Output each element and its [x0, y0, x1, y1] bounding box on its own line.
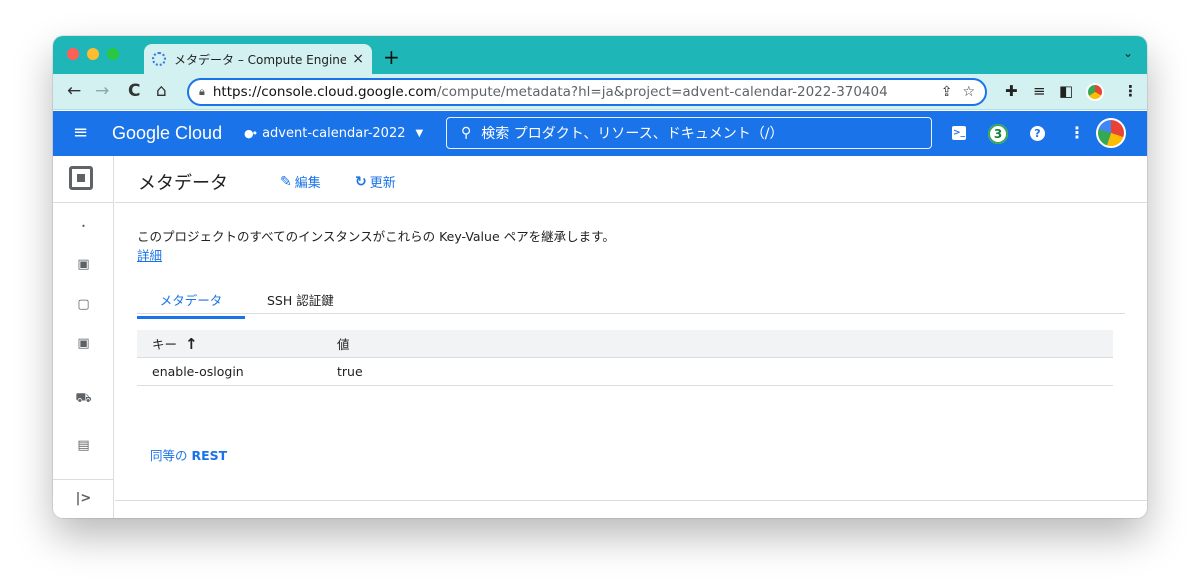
hamburger-menu-icon[interactable]: ≡	[73, 122, 88, 143]
project-name: advent-calendar-2022	[262, 126, 406, 141]
metadata-description: このプロジェクトのすべてのインスタンスがこれらの Key-Value ペアを継承…	[137, 227, 627, 265]
row-key: enable-oslogin	[152, 364, 244, 379]
expand-nav-icon[interactable]: |>	[53, 491, 114, 506]
row-value: true	[337, 364, 363, 379]
tab-close-icon[interactable]: ×	[352, 51, 364, 67]
chrome-profile-avatar[interactable]	[1086, 83, 1104, 101]
learn-more-link[interactable]: 詳細	[137, 248, 162, 263]
metadata-tabs: メタデータ SSH 認証鍵	[137, 284, 1125, 319]
caret-down-icon: ▼	[415, 128, 424, 139]
browser-window: メタデータ – Compute Engine – × + ⌄ ← → C ⌂ 🔒…	[53, 36, 1147, 518]
home-icon[interactable]: ⌂	[156, 81, 167, 101]
lock-icon: 🔒︎	[199, 85, 205, 98]
minimize-window-button[interactable]	[87, 48, 99, 60]
equivalent-rest-link[interactable]: 同等の REST	[150, 445, 227, 464]
equivalent-rest-label: REST	[191, 448, 228, 463]
help-icon[interactable]: ?	[1030, 126, 1045, 141]
browser-toolbar: ← → C ⌂ 🔒︎ https://console.cloud.google.…	[53, 74, 1147, 110]
refresh-button[interactable]: ↻ 更新	[355, 172, 396, 192]
page-title: メタデータ	[138, 173, 228, 194]
address-bar[interactable]: 🔒︎ https://console.cloud.google.com/comp…	[187, 78, 987, 106]
search-icon: ⚲	[461, 125, 472, 141]
forward-arrow-icon[interactable]: →	[95, 81, 109, 101]
extensions-puzzle-icon[interactable]: ✚	[1005, 82, 1018, 100]
edit-button[interactable]: ✎ 編集	[280, 172, 321, 192]
content-bottom-divider	[115, 500, 1147, 501]
pencil-icon: ✎	[280, 173, 292, 190]
compute-engine-chip-icon[interactable]	[69, 166, 93, 190]
browser-tab-active[interactable]: メタデータ – Compute Engine – ×	[144, 44, 372, 74]
key-header-label: キー	[152, 337, 178, 352]
release-notes-icon[interactable]: ▤	[53, 438, 114, 453]
instance-templates-icon[interactable]: ▢	[53, 297, 114, 312]
tab-title: メタデータ – Compute Engine –	[174, 52, 347, 67]
project-picker[interactable]: ●• advent-calendar-2022 ▼	[244, 126, 423, 141]
tab-ssh-keys[interactable]: SSH 認証鍵	[267, 290, 334, 314]
refresh-icon: ↻	[355, 173, 367, 190]
left-nav-rail: • ▣ ▢ ▣ ⛟ ▤ |>	[53, 156, 114, 518]
edit-label: 編集	[294, 176, 321, 191]
rail-divider-top	[53, 202, 114, 203]
account-avatar[interactable]	[1096, 118, 1126, 148]
google-cloud-logo[interactable]: Google Cloud	[112, 123, 222, 144]
notifications-badge[interactable]: 3	[988, 124, 1008, 144]
tab-metadata[interactable]: メタデータ	[137, 290, 245, 319]
rail-divider-bottom	[53, 479, 114, 480]
close-window-button[interactable]	[67, 48, 79, 60]
new-tab-button[interactable]: +	[383, 45, 400, 69]
search-placeholder: 検索 プロダクト、リソース、ドキュメント（/）	[481, 126, 784, 142]
project-icon: ●•	[244, 127, 258, 140]
sort-arrow-up-icon[interactable]: ↑	[185, 335, 198, 353]
description-text: このプロジェクトのすべてのインスタンスがこれらの Key-Value ペアを継承…	[137, 229, 615, 244]
marketplace-cart-icon[interactable]: ⛟	[53, 391, 114, 408]
key-column-header[interactable]: キー ↑	[137, 334, 337, 353]
table-header-row: キー ↑ 値	[137, 330, 1113, 358]
value-column-header: 値	[337, 337, 350, 352]
browser-tab-strip: メタデータ – Compute Engine – × + ⌄	[53, 36, 1147, 74]
compute-engine-favicon-icon	[152, 52, 166, 66]
sole-tenant-nodes-icon[interactable]: ▣	[53, 336, 114, 351]
url-host: https://console.cloud.google.com	[212, 84, 437, 100]
maximize-window-button[interactable]	[107, 48, 119, 60]
gcp-header: ≡ Google Cloud ●• advent-calendar-2022 ▼…	[53, 111, 1147, 156]
refresh-label: 更新	[369, 176, 396, 191]
main-content: メタデータ ✎ 編集 ↻ 更新 このプロジェクトのすべてのインスタンスがこれらの…	[115, 156, 1147, 518]
search-input[interactable]: ⚲ 検索 プロダクト、リソース、ドキュメント（/）	[446, 117, 932, 149]
table-row: enable-oslogin true	[137, 358, 1113, 386]
vm-instances-icon[interactable]: ▣	[53, 257, 114, 272]
page-header: メタデータ ✎ 編集 ↻ 更新	[115, 156, 1147, 203]
chrome-menu-icon[interactable]: ⋮	[1123, 82, 1138, 100]
rail-dot-icon[interactable]: •	[53, 222, 114, 231]
back-arrow-icon[interactable]: ←	[67, 81, 81, 101]
reload-icon[interactable]: C	[128, 81, 140, 101]
url-path: /compute/metadata?hl=ja&project=advent-c…	[436, 84, 888, 100]
tab-search-chevron-icon[interactable]: ⌄	[1123, 46, 1133, 60]
share-icon[interactable]: ⇪	[941, 84, 953, 100]
metadata-table: キー ↑ 値 enable-oslogin true	[137, 330, 1113, 386]
url-text[interactable]: https://console.cloud.google.com/compute…	[213, 84, 931, 100]
side-panel-icon[interactable]: ◧	[1059, 82, 1073, 100]
bookmark-star-icon[interactable]: ☆	[962, 84, 975, 100]
more-vert-icon[interactable]: ⋮	[1069, 123, 1085, 142]
reading-list-icon[interactable]: ≡	[1033, 82, 1046, 100]
cloud-shell-terminal-icon[interactable]: >_	[952, 126, 966, 140]
equivalent-prefix: 同等の	[150, 448, 188, 463]
